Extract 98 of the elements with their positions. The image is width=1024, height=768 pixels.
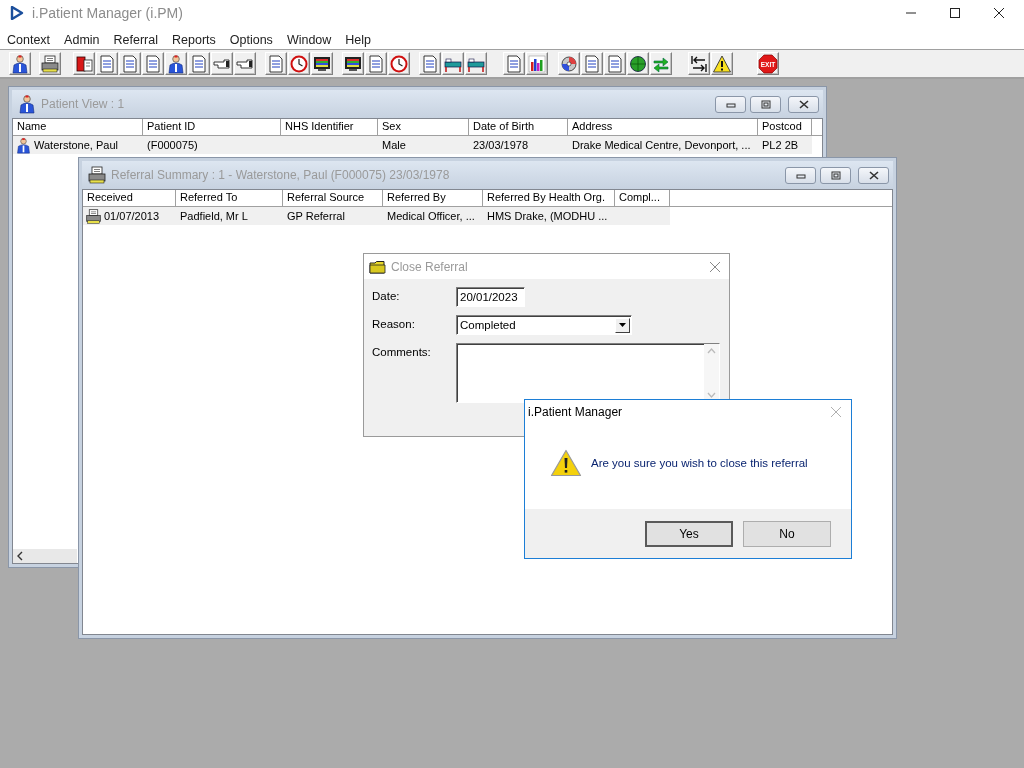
- table-cell: HMS Drake, (MODHU ...: [487, 210, 608, 222]
- column-header[interactable]: Referred To: [176, 190, 283, 207]
- menu-item[interactable]: Admin: [57, 32, 107, 47]
- toolbar-button[interactable]: [211, 52, 233, 75]
- toolbar-button[interactable]: [311, 52, 333, 75]
- restore-button[interactable]: [820, 166, 851, 184]
- menu-item[interactable]: Context: [0, 32, 58, 47]
- table-cell: GP Referral: [287, 210, 345, 222]
- horizontal-scrollbar[interactable]: [13, 549, 77, 563]
- table-cell: 23/03/1978: [473, 139, 529, 151]
- document-icon: [582, 53, 602, 74]
- document-icon: [605, 53, 625, 74]
- warning-icon: [712, 53, 732, 74]
- table-cell: (F000075): [147, 139, 198, 151]
- toolbar-button[interactable]: [234, 52, 256, 75]
- app-title: i.Patient Manager (i.PM): [32, 5, 184, 21]
- column-header[interactable]: Received: [83, 190, 176, 207]
- column-header[interactable]: Referred By Health Org.: [483, 190, 615, 207]
- clock-icon: [389, 53, 409, 74]
- menu-item[interactable]: Window: [279, 32, 339, 47]
- table-cell: PL2 2B: [762, 139, 799, 151]
- table-cell: Waterstone, Paul: [34, 139, 118, 151]
- warning-icon: [550, 448, 582, 477]
- window-title: Referral Summary : 1 - Waterstone, Paul (F000075) 23/03/1978: [111, 168, 451, 182]
- table-cell: 01/07/2013: [104, 210, 160, 222]
- field-label: Comments:: [372, 345, 432, 358]
- table-cell: Medical Officer, ...: [387, 210, 475, 222]
- toolbar-button[interactable]: [73, 52, 95, 75]
- column-header[interactable]: Postcod: [758, 119, 812, 136]
- restore-button[interactable]: [750, 95, 781, 113]
- person-icon: [10, 53, 30, 74]
- field-label: Date:: [372, 289, 401, 302]
- window-title: Patient View : 1: [41, 97, 126, 111]
- column-header[interactable]: Address: [568, 119, 758, 136]
- clock-icon: [289, 53, 309, 74]
- scroll-left-icon[interactable]: [16, 551, 24, 561]
- dialog-title: Close Referral: [391, 259, 469, 274]
- document-icon: [366, 53, 386, 74]
- column-header[interactable]: Referred By: [383, 190, 483, 207]
- toolbar-button[interactable]: [465, 52, 487, 75]
- document-icon: [189, 53, 209, 74]
- globe-icon: [628, 53, 648, 74]
- dialog-button[interactable]: No: [743, 520, 831, 547]
- book-icon: [74, 53, 94, 74]
- minimize-button[interactable]: [715, 95, 746, 113]
- toolbar-button[interactable]: [688, 52, 710, 75]
- column-header[interactable]: Name: [13, 119, 143, 136]
- reason-dropdown[interactable]: Completed: [456, 315, 632, 335]
- close-button[interactable]: [858, 166, 889, 184]
- caret-icon: [619, 323, 626, 327]
- printer-icon: [40, 53, 60, 74]
- toolbar-button[interactable]: [627, 52, 649, 75]
- toolbar-button[interactable]: [526, 52, 548, 75]
- toolbar-button[interactable]: [9, 52, 31, 75]
- date-field[interactable]: 20/01/2023: [456, 287, 525, 307]
- printer-icon: [87, 165, 107, 185]
- close-button[interactable]: [788, 95, 819, 113]
- bar-chart-icon: [527, 53, 547, 74]
- table-cell: Drake Medical Centre, Devonport, ...: [572, 139, 751, 151]
- toolbar-button[interactable]: [165, 52, 187, 75]
- document-icon: [120, 53, 140, 74]
- column-header[interactable]: Date of Birth: [469, 119, 568, 136]
- menu-item[interactable]: Help: [338, 32, 379, 47]
- column-header[interactable]: Referral Source: [283, 190, 383, 207]
- field-label: Reason:: [372, 317, 416, 330]
- table-row[interactable]: Waterstone, Paul (F000075) Male 23/03/1978 Drake Medical Centre, Devonport, ... PL2 2B: [13, 136, 812, 154]
- column-header[interactable]: Compl...: [615, 190, 670, 207]
- dialog-title: i.Patient Manager: [528, 405, 624, 419]
- minimize-button[interactable]: [785, 166, 816, 184]
- toolbar-button[interactable]: [342, 52, 364, 75]
- toolbar-button[interactable]: [558, 52, 580, 75]
- person-icon: [15, 136, 32, 154]
- table-cell: Padfield, Mr L: [180, 210, 248, 222]
- person-icon: [17, 94, 37, 114]
- disc-icon: [559, 53, 579, 74]
- document-icon: [266, 53, 286, 74]
- menu-item[interactable]: Options: [222, 32, 280, 47]
- column-header[interactable]: NHS Identifier: [281, 119, 378, 136]
- column-header[interactable]: Sex: [378, 119, 469, 136]
- toolbar-button[interactable]: [711, 52, 733, 75]
- toolbar-button[interactable]: [39, 52, 61, 75]
- dialog-button[interactable]: Yes: [645, 520, 733, 547]
- message-text: Are you sure you wish to close this referral: [591, 456, 808, 469]
- document-icon: [143, 53, 163, 74]
- document-icon: [504, 53, 524, 74]
- table-cell: Male: [382, 139, 406, 151]
- toolbar-button[interactable]: [442, 52, 464, 75]
- logo-icon: [10, 6, 24, 20]
- folder-icon: [369, 259, 386, 274]
- document-icon: [97, 53, 117, 74]
- person-icon: [166, 53, 186, 74]
- menu-item[interactable]: Referral: [106, 32, 165, 47]
- document-icon: [420, 53, 440, 74]
- table-row[interactable]: 01/07/2013 Padfield, Mr L GP Referral Medical Officer, ... HMS Drake, (MODHU ...: [83, 207, 670, 225]
- menu-item[interactable]: Reports: [165, 32, 223, 47]
- swap-arrows-icon: [689, 53, 709, 74]
- column-header[interactable]: Patient ID: [143, 119, 281, 136]
- printer-icon: [85, 207, 102, 225]
